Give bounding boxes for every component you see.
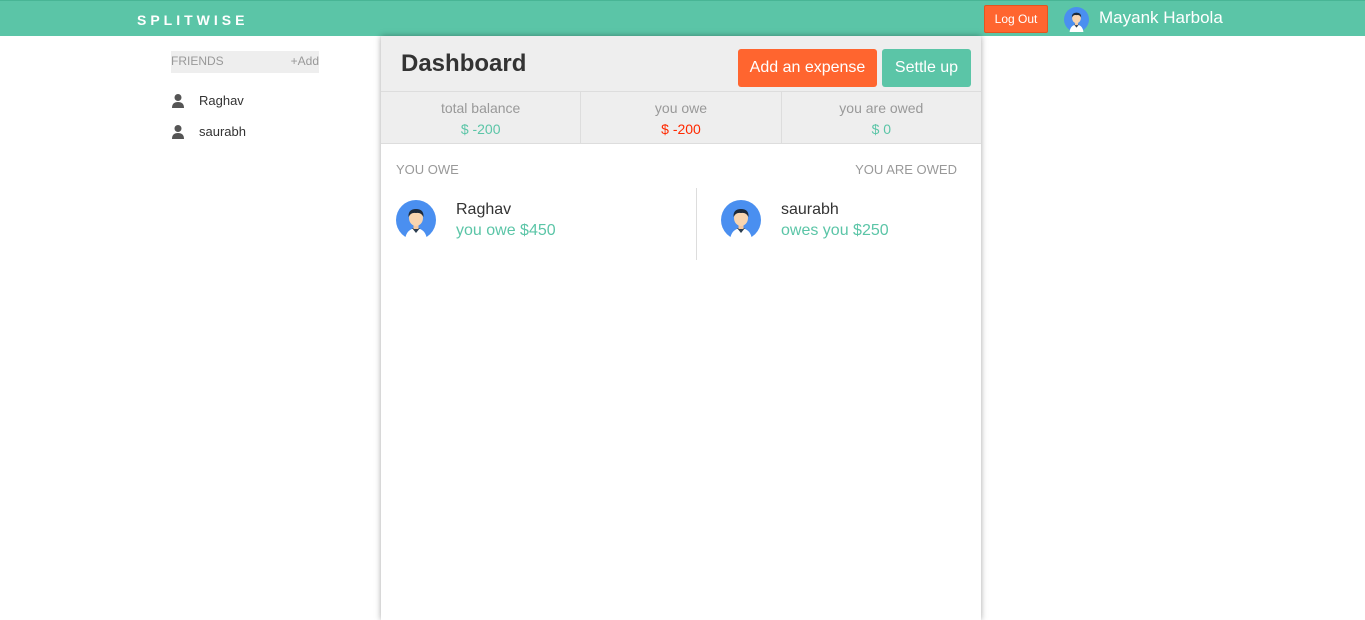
balance-summary: total balance $ -200 you owe $ -200 you … bbox=[381, 92, 981, 144]
friend-avatar-icon bbox=[396, 200, 436, 240]
friend-name: Raghav bbox=[199, 93, 244, 108]
user-name[interactable]: Mayank Harbola bbox=[1099, 8, 1223, 28]
dashboard-panel: Dashboard Add an expense Settle up total… bbox=[381, 36, 981, 620]
brand-logo[interactable]: SPLITWISE bbox=[137, 12, 248, 28]
column-divider bbox=[696, 188, 697, 260]
you-owe-item[interactable]: Raghav you owe $450 bbox=[396, 200, 556, 240]
settle-up-button[interactable]: Settle up bbox=[882, 49, 971, 87]
entry-amount: you owe $450 bbox=[456, 222, 556, 239]
friends-list: Raghav saurabh bbox=[171, 85, 319, 147]
you-owe-block: you owe $ -200 bbox=[581, 92, 782, 143]
friends-title: FRIENDS bbox=[171, 54, 224, 68]
columns-header: YOU OWE YOU ARE OWED bbox=[381, 144, 981, 188]
balance-label: total balance bbox=[440, 100, 521, 116]
you-are-owed-block: you are owed $ 0 bbox=[782, 92, 981, 143]
entry-text: saurabh owes you $250 bbox=[781, 201, 889, 240]
balance-label: you owe bbox=[654, 100, 708, 116]
entry-name: Raghav bbox=[456, 201, 512, 218]
entry-text: Raghav you owe $450 bbox=[456, 201, 556, 240]
add-friend-link[interactable]: +Add bbox=[291, 54, 319, 73]
friend-avatar-icon bbox=[721, 200, 761, 240]
you-are-owed-item[interactable]: saurabh owes you $250 bbox=[721, 200, 889, 240]
entry-name: saurabh bbox=[781, 201, 839, 218]
you-are-owed-heading: YOU ARE OWED bbox=[855, 162, 957, 177]
total-balance-block: total balance $ -200 bbox=[381, 92, 582, 143]
friends-header: FRIENDS +Add bbox=[171, 51, 319, 73]
friend-item-saurabh[interactable]: saurabh bbox=[171, 116, 319, 147]
friend-name: saurabh bbox=[199, 124, 246, 139]
person-icon bbox=[172, 93, 184, 108]
balance-value: $ -200 bbox=[460, 121, 501, 137]
you-owe-heading: YOU OWE bbox=[396, 162, 459, 177]
friend-item-raghav[interactable]: Raghav bbox=[171, 85, 319, 116]
balance-value: $ -200 bbox=[661, 121, 701, 137]
page-title: Dashboard bbox=[401, 50, 527, 77]
friends-sidebar: FRIENDS +Add Raghav saurabh bbox=[171, 51, 319, 147]
user-avatar-icon[interactable] bbox=[1064, 7, 1089, 37]
dashboard-header: Dashboard Add an expense Settle up bbox=[381, 36, 981, 92]
balances-columns: Raghav you owe $450 saurabh owes you $25… bbox=[381, 188, 981, 260]
top-navbar: SPLITWISE Log Out Mayank Harbola bbox=[0, 0, 1365, 36]
balance-label: you are owed bbox=[839, 100, 924, 116]
logout-button[interactable]: Log Out bbox=[984, 5, 1048, 33]
entry-amount: owes you $250 bbox=[781, 222, 889, 239]
person-icon bbox=[172, 124, 184, 139]
balance-value: $ 0 bbox=[871, 121, 892, 137]
add-expense-button[interactable]: Add an expense bbox=[738, 49, 877, 87]
